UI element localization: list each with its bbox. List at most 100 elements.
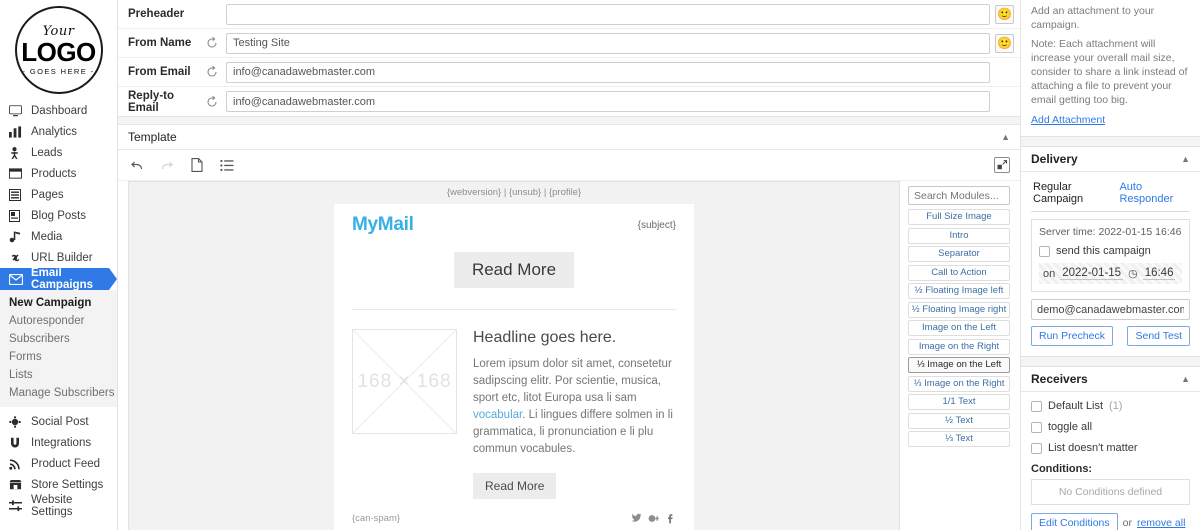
submenu-item-lists[interactable]: Lists [0,366,117,384]
delivery-panel: Delivery ▲ Regular Campaign Auto Respond… [1021,146,1200,357]
test-email-input[interactable] [1031,299,1190,320]
emoji-picker-button[interactable]: 🙂 [995,4,1014,24]
submenu-item-autoresponder[interactable]: Autoresponder [0,312,117,330]
add-attachment-link[interactable]: Add Attachment [1031,114,1105,126]
preview-top-links: {webversion} | {unsub} | {profile} [129,182,899,204]
remove-all-link[interactable]: remove all [1137,517,1185,529]
module-item-selected[interactable]: ⅓ Image on the Left [908,357,1010,373]
undo-icon[interactable] [128,157,145,174]
schedule-datetime-row[interactable]: on 2022-01-15 ◷ 16:46 [1039,263,1182,284]
send-campaign-row[interactable]: send this campaign [1039,245,1182,257]
email-preview-canvas[interactable]: {webversion} | {unsub} | {profile} MyMai… [128,181,900,530]
reset-icon[interactable] [206,95,226,108]
from-name-input[interactable] [226,32,990,54]
sidebar-item-pages[interactable]: Pages [0,184,117,205]
sidebar-item-blog-posts[interactable]: Blog Posts [0,205,117,226]
email-paragraph-link[interactable]: vocabular [473,409,522,421]
email-cta-bottom-button[interactable]: Read More [473,473,557,499]
preheader-input[interactable] [226,3,990,25]
main-content: Preheader 🙂 From Name 🙂 From Email [118,0,1020,530]
schedule-time-input[interactable]: 16:46 [1142,267,1176,280]
facebook-icon [668,514,673,524]
sidebar-item-leads[interactable]: Leads [0,142,117,163]
module-item[interactable]: ½ Text [908,412,1010,429]
receiver-option-toggle-all[interactable]: toggle all [1031,421,1190,433]
module-item[interactable]: Image on the Left [908,320,1010,336]
sidebar-item-website-settings[interactable]: Website Settings [0,494,117,518]
submenu-item-subscribers[interactable]: Subscribers [0,330,117,348]
sidebar-item-dashboard[interactable]: Dashboard [0,100,117,121]
logo-line-3: - GOES HERE - [22,66,95,76]
module-search-input[interactable] [908,186,1010,205]
tab-auto-responder[interactable]: Auto Responder [1113,178,1190,211]
chevron-up-icon[interactable]: ▲ [1181,154,1190,164]
submenu-item-forms[interactable]: Forms [0,348,117,366]
module-item[interactable]: ½ Floating Image left [908,283,1010,299]
edit-conditions-button[interactable]: Edit Conditions [1031,513,1118,530]
module-item[interactable]: ⅓ Text [908,431,1010,447]
modules-panel: Full Size Image Intro Separator Call to … [900,181,1010,530]
send-campaign-checkbox[interactable] [1039,245,1050,257]
sidebar-item-email-campaigns[interactable]: Email Campaigns [0,267,117,291]
module-item[interactable]: 1/1 Text [908,394,1010,410]
receiver-option-list-doesnt-matter[interactable]: List doesn't matter [1031,442,1190,454]
sidebar-item-label: Blog Posts [31,209,86,222]
sidebar-item-media[interactable]: Media [0,226,117,247]
twitter-icon [631,513,642,522]
module-item[interactable]: Image on the Right [908,338,1010,355]
toggle-all-checkbox[interactable] [1031,421,1042,433]
default-list-checkbox[interactable] [1031,400,1042,412]
template-panel-header: Template ▲ [118,125,1020,150]
module-item[interactable]: Full Size Image [908,209,1010,225]
run-precheck-button[interactable]: Run Precheck [1031,326,1113,346]
list-icon[interactable] [218,157,235,174]
chevron-up-icon[interactable]: ▲ [1181,374,1190,384]
list-doesnt-matter-checkbox[interactable] [1031,442,1042,454]
submenu-item-new-campaign[interactable]: New Campaign [0,294,117,312]
sidebar-item-url-builder[interactable]: URL Builder [0,247,117,268]
sidebar-item-label: Email Campaigns [31,267,93,291]
sidebar-item-label: Product Feed [31,457,101,470]
delivery-buttons: Run Precheck Send Test [1031,326,1190,346]
module-item[interactable]: Call to Action [908,264,1010,281]
receiver-option-default-list[interactable]: Default List (1) [1031,400,1190,412]
fullscreen-icon[interactable] [994,157,1010,173]
email-divider [352,309,676,310]
module-item[interactable]: ⅓ Image on the Right [908,375,1010,392]
social-icon [9,415,26,429]
sidebar-item-analytics[interactable]: Analytics [0,121,117,142]
submenu-item-manage-subscribers[interactable]: Manage Subscribers [0,384,117,402]
sidebar-item-label: Pages [31,188,64,201]
email-social-links[interactable] [631,513,676,524]
file-icon[interactable] [188,157,205,174]
email-sheet: MyMail {subject} Read More 168 × 168 Hea… [334,204,694,530]
module-item[interactable]: Intro [908,227,1010,244]
sidebar-item-social-post[interactable]: Social Post [0,411,117,432]
field-row-preheader: Preheader 🙂 [118,0,1020,29]
chevron-up-icon[interactable]: ▲ [1001,132,1010,142]
sidebar-item-integrations[interactable]: Integrations [0,432,117,453]
sidebar-submenu-email-campaigns: New Campaign Autoresponder Subscribers F… [0,290,117,407]
module-item[interactable]: Separator [908,246,1010,262]
reply-to-email-input[interactable] [226,91,990,112]
from-email-input[interactable] [226,61,990,83]
emoji-picker-button[interactable]: 🙂 [995,33,1014,53]
tab-regular-campaign[interactable]: Regular Campaign [1031,178,1113,211]
sidebar-item-store-settings[interactable]: Store Settings [0,474,117,495]
delivery-panel-header: Delivery ▲ [1021,147,1200,172]
bar-chart-icon [9,125,26,139]
email-image-placeholder[interactable]: 168 × 168 [352,329,457,434]
logo-line-1: Your [42,23,75,39]
email-cta-top-button[interactable]: Read More [453,252,575,288]
sidebar-item-product-feed[interactable]: Product Feed [0,453,117,474]
schedule-date-input[interactable]: 2022-01-15 [1060,267,1124,280]
reset-icon[interactable] [206,66,226,78]
sidebar-item-products[interactable]: Products [0,163,117,184]
sidebar-item-label: Media [31,230,63,243]
module-item[interactable]: ½ Floating Image right [908,301,1010,318]
send-test-button[interactable]: Send Test [1127,326,1190,346]
redo-icon [158,157,175,174]
email-header: MyMail {subject} [352,214,676,236]
integrations-icon [9,436,26,450]
reset-icon[interactable] [206,37,226,49]
